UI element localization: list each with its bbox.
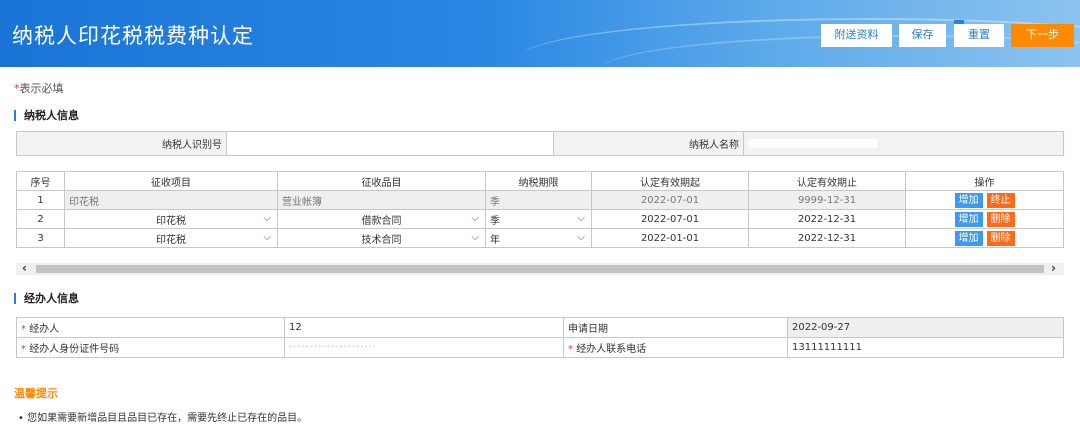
tax-item-select[interactable]: 印花税 ⌵: [64, 228, 278, 248]
valid-start-input[interactable]: 2022-01-01: [591, 228, 749, 248]
select-value: 借款合同: [361, 215, 402, 227]
tax-items-table: 序号 征收项目 征收品目 纳税期限 认定有效期起 认定有效期止 操作 1 印花税…: [16, 171, 1064, 248]
next-step-button[interactable]: 下一步: [1011, 24, 1074, 47]
agent-id-label: * 经办人身份证件号码: [16, 337, 285, 358]
horizontal-scrollbar[interactable]: ‹ ›: [16, 261, 1064, 275]
valid-end-input[interactable]: 2022-12-31: [748, 228, 906, 248]
agent-id-label-text: 经办人身份证件号码: [29, 344, 120, 355]
select-value: 印花税: [156, 234, 186, 246]
column-header: 操作: [905, 171, 1064, 191]
taxpayer-info-table: 纳税人识别号 纳税人名称: [16, 131, 1064, 156]
agent-phone-label-text: 经办人联系电话: [576, 344, 647, 355]
tax-item-select[interactable]: 印花税 ⌵: [64, 209, 278, 229]
tax-period-select[interactable]: 年 ⌵: [485, 228, 592, 248]
valid-end-cell: 9999-12-31: [748, 190, 906, 210]
table-row: 1 印花税 营业帐簿 季 2022-07-01 9999-12-31 增加 终止: [16, 190, 1064, 210]
select-value: 印花税: [156, 215, 186, 227]
tax-item-cell: 印花税: [64, 190, 278, 210]
select-value: 技术合同: [361, 234, 402, 246]
chevron-down-icon: ⌵: [263, 213, 271, 224]
add-button[interactable]: 增加: [954, 230, 983, 246]
agent-info-table: * 经办人 12 申请日期 2022-09-27 * 经办人身份证件号码 ···…: [16, 317, 1064, 358]
actions-cell: 增加 删除: [905, 228, 1064, 248]
table-row: 2 印花税 ⌵ 借款合同 ⌵ 季 ⌵ 2022-07-01 2022-12-31 增加…: [16, 209, 1064, 229]
chevron-down-icon: ⌵: [577, 232, 585, 243]
row-number: 2: [16, 209, 65, 229]
agent-section-title: 经办人信息: [14, 293, 79, 304]
tax-period-cell: 季: [485, 190, 592, 210]
valid-start-input[interactable]: 2022-07-01: [591, 209, 749, 229]
reset-button[interactable]: 重置: [954, 20, 1004, 47]
valid-start-cell: 2022-07-01: [591, 190, 749, 210]
column-header: 认定有效期止: [748, 171, 906, 191]
save-button[interactable]: 保存: [899, 24, 946, 47]
chevron-left-icon[interactable]: ‹: [22, 261, 27, 275]
required-note-text: 表示必填: [19, 82, 64, 95]
tax-subitem-select[interactable]: 借款合同 ⌵: [277, 209, 486, 229]
tax-subitem-select[interactable]: 技术合同 ⌵: [277, 228, 486, 248]
add-button[interactable]: 增加: [954, 192, 983, 208]
taxpayer-name-label: 纳税人名称: [553, 131, 744, 156]
required-star: *: [21, 324, 26, 335]
taxpayer-section-title: 纳税人信息: [14, 110, 79, 121]
valid-end-input[interactable]: 2022-12-31: [748, 209, 906, 229]
column-header: 征收品目: [277, 171, 486, 191]
taxpayer-name-value: [743, 131, 1064, 156]
select-value: 季: [490, 215, 500, 227]
agent-id-input[interactable]: ·····················: [284, 337, 564, 358]
tax-period-select[interactable]: 季 ⌵: [485, 209, 592, 229]
apply-date-value: 2022-09-27: [787, 317, 1064, 338]
masked-value: [748, 138, 878, 148]
agent-phone-label: * 经办人联系电话: [563, 337, 788, 358]
required-star: *: [21, 344, 26, 355]
required-note: *表示必填: [14, 80, 64, 96]
column-header: 征收项目: [64, 171, 278, 191]
taxpayer-id-label: 纳税人识别号: [16, 131, 227, 156]
terminate-button[interactable]: 终止: [986, 192, 1015, 208]
agent-label: * 经办人: [16, 317, 285, 338]
chevron-right-icon[interactable]: ›: [1051, 261, 1056, 275]
column-header: 纳税期限: [485, 171, 592, 191]
row-number: 3: [16, 228, 65, 248]
attach-materials-button[interactable]: 附送资料: [821, 24, 892, 47]
taxpayer-id-value: [226, 131, 554, 156]
masked-value: ·····················: [289, 342, 377, 353]
column-header: 认定有效期起: [591, 171, 749, 191]
select-value: 年: [490, 234, 500, 246]
page-header: 纳税人印花税税费种认定 附送资料 保存 重置 下一步: [0, 0, 1080, 67]
chevron-down-icon: ⌵: [577, 213, 585, 224]
delete-button[interactable]: 删除: [986, 211, 1015, 227]
add-button[interactable]: 增加: [954, 211, 983, 227]
delete-button[interactable]: 删除: [986, 230, 1015, 246]
chevron-down-icon: ⌵: [471, 232, 479, 243]
chevron-down-icon: ⌵: [471, 213, 479, 224]
agent-input[interactable]: 12: [284, 317, 564, 338]
scrollbar-thumb[interactable]: [36, 265, 1044, 273]
apply-date-label: 申请日期: [563, 317, 788, 338]
agent-label-text: 经办人: [29, 324, 60, 335]
agent-phone-input[interactable]: 13111111111: [787, 337, 1064, 358]
tips-title: 温馨提示: [14, 387, 58, 400]
tip-item: • 您如果需要新增品目且品目已存在，需要先终止已存在的品目。: [18, 413, 308, 424]
table-row: 3 印花税 ⌵ 技术合同 ⌵ 年 ⌵ 2022-01-01 2022-12-31 增加…: [16, 228, 1064, 248]
required-star: *: [568, 344, 573, 355]
row-number: 1: [16, 190, 65, 210]
actions-cell: 增加 删除: [905, 209, 1064, 229]
chevron-down-icon: ⌵: [263, 232, 271, 243]
page-title: 纳税人印花税税费种认定: [12, 24, 254, 48]
actions-cell: 增加 终止: [905, 190, 1064, 210]
tax-subitem-cell: 营业帐簿: [277, 190, 486, 210]
column-header: 序号: [16, 171, 65, 191]
masked-value: [231, 138, 331, 148]
